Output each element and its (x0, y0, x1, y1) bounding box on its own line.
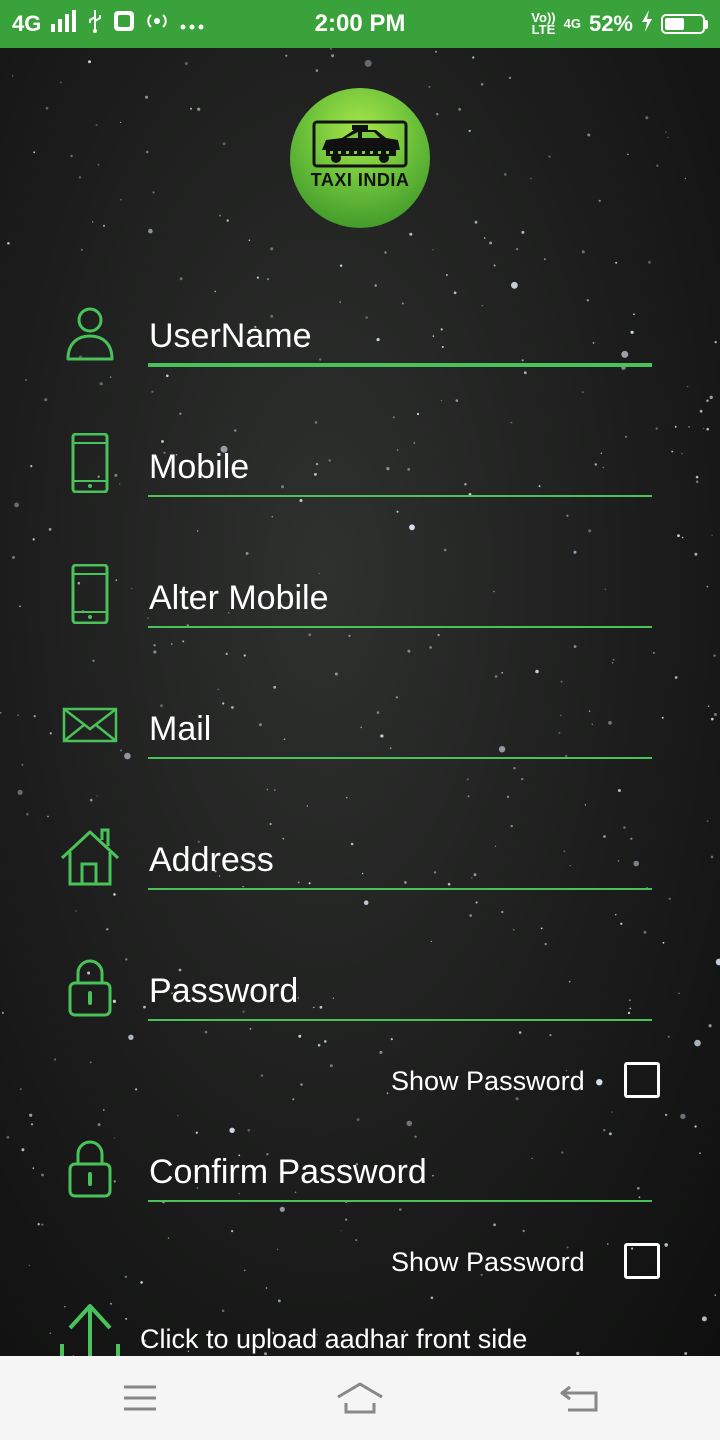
confirm-password-row (0, 1138, 720, 1238)
hotspot-icon (145, 10, 169, 38)
home-icon (60, 826, 120, 886)
address-input[interactable] (148, 836, 652, 890)
battery-level (665, 18, 684, 30)
show-password-checkbox[interactable] (624, 1062, 660, 1098)
address-row (0, 826, 720, 926)
mobile-icon (60, 564, 120, 624)
taxi-icon (312, 120, 408, 167)
upload-icon[interactable] (58, 1300, 122, 1356)
confirm-password-input[interactable] (148, 1148, 652, 1202)
mail-input[interactable] (148, 705, 652, 759)
system-nav-bar (0, 1356, 720, 1440)
status-bar: 4G 2:00 PM Vo)) LTE 4G 52% (0, 0, 720, 48)
signal-icon (51, 10, 77, 38)
username-row (0, 303, 720, 403)
password-input[interactable] (148, 967, 652, 1021)
mobile-input[interactable] (148, 443, 652, 497)
menu-icon[interactable] (116, 1378, 164, 1418)
mobile-icon (60, 433, 120, 493)
user-icon (60, 303, 120, 363)
battery-icon (661, 14, 708, 34)
volte-indicator: Vo)) LTE (531, 11, 556, 37)
battery-percent: 52% (588, 11, 633, 36)
back-icon[interactable] (556, 1378, 604, 1418)
more-icon (179, 11, 205, 37)
mail-icon (60, 695, 120, 755)
username-input[interactable] (148, 313, 652, 367)
upload-aadhar-front-label[interactable]: Click to upload aadhar front side (140, 1324, 527, 1355)
usb-icon (87, 9, 103, 39)
show-password-row: Show Password (0, 1060, 720, 1104)
password-row (0, 957, 720, 1057)
mobile-row (0, 433, 720, 533)
logo-text: TAXI INDIA (310, 169, 410, 190)
show-confirm-password-row: Show Password (0, 1241, 720, 1285)
network-type-secondary: 4G (563, 16, 581, 31)
home-icon[interactable] (336, 1378, 384, 1418)
mail-row (0, 695, 720, 795)
signup-screen: TAXI INDIA UserName Mobile Alter Mobile … (0, 48, 720, 1356)
volte-bottom: LTE (531, 22, 556, 37)
network-type: 4G (12, 11, 42, 36)
show-confirm-password-checkbox[interactable] (624, 1243, 660, 1279)
charging-icon (641, 10, 653, 38)
lock-icon (60, 957, 120, 1017)
app-notification-icon (113, 10, 135, 38)
show-password-label: Show Password (391, 1066, 585, 1096)
app-logo: TAXI INDIA (290, 88, 430, 228)
lock-icon (60, 1138, 120, 1198)
alter-mobile-row (0, 564, 720, 664)
alter-mobile-input[interactable] (148, 574, 652, 628)
upload-aadhar-front-row[interactable]: Click to upload aadhar front side (0, 1300, 720, 1356)
show-confirm-password-label: Show Password (391, 1247, 585, 1277)
